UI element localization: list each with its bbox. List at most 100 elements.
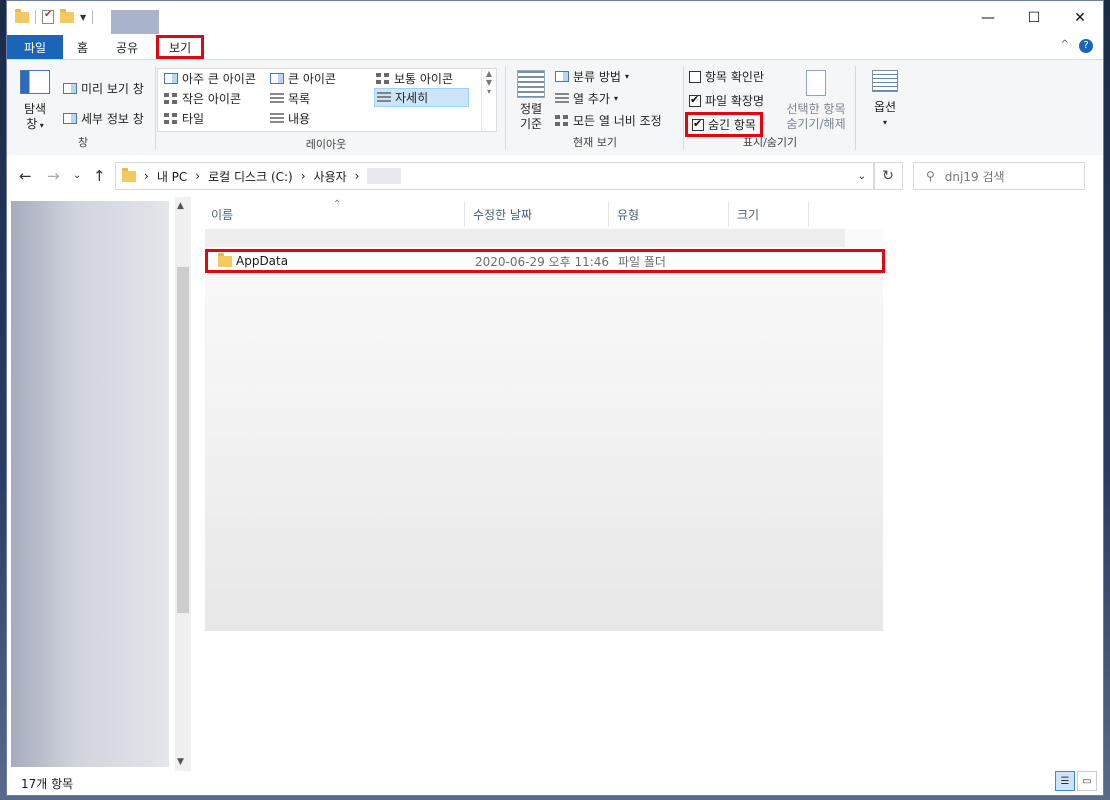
breadcrumb-users[interactable]: 사용자 <box>314 168 347 185</box>
scroll-up-arrow-icon[interactable]: ▲ <box>177 201 184 211</box>
search-icon: ⚲ <box>926 169 935 183</box>
large-icons-icon <box>270 73 284 84</box>
group-divider <box>505 66 506 150</box>
hide-selected-items-button[interactable]: 선택한 항목 숨기기/해제 <box>781 70 851 132</box>
file-explorer-window: ▼ — ☐ ✕ 파일 홈 공유 보기 ^ ? 탐색 창 ▾ 미리 보기 창 <box>6 0 1104 796</box>
details-view-icon: ☰ <box>1060 775 1070 787</box>
layout-large-icons[interactable]: 큰 아이콘 <box>270 70 336 87</box>
size-all-columns-button[interactable]: 모든 열 너비 조정 <box>555 112 662 129</box>
group-divider <box>855 66 856 150</box>
breadcrumb-this-pc[interactable]: 내 PC <box>157 168 187 185</box>
options-button[interactable]: 옵션 ▾ <box>863 70 907 130</box>
layout-list[interactable]: 목록 <box>270 90 310 107</box>
details-pane-label: 세부 정보 창 <box>81 112 144 126</box>
breadcrumb-separator[interactable]: › <box>144 169 149 183</box>
breadcrumb-separator[interactable]: › <box>301 169 306 183</box>
layout-label: 작은 아이콘 <box>182 92 242 106</box>
sort-by-label: 정렬 기준 <box>519 102 543 131</box>
properties-icon[interactable] <box>42 9 54 24</box>
recent-locations-chevron-icon[interactable]: ⌄ <box>73 170 81 181</box>
back-arrow-icon[interactable]: ← <box>19 167 32 185</box>
address-bar[interactable]: › 내 PC › 로컬 디스크 (C:) › 사용자 › ⌄ <box>115 162 875 190</box>
scrollbar-thumb[interactable] <box>177 267 189 613</box>
sort-by-button[interactable]: 정렬 기준 <box>513 70 549 132</box>
large-icons-view-button[interactable]: ▭ <box>1077 771 1097 791</box>
navigation-pane-scrollbar[interactable]: ▲ ▼ <box>175 197 191 771</box>
options-label: 옵션 <box>873 100 897 114</box>
layout-label: 보통 아이콘 <box>394 72 454 86</box>
details-icon <box>377 91 391 104</box>
group-by-button[interactable]: 분류 방법 ▾ <box>555 68 629 85</box>
add-columns-button[interactable]: 열 추가 ▾ <box>555 90 618 107</box>
column-header-name[interactable]: ⌃ 이름 <box>203 199 465 227</box>
breadcrumb-user-redacted[interactable] <box>367 168 402 184</box>
column-header-size[interactable]: 크기 <box>729 201 809 227</box>
layout-medium-icons[interactable]: 보통 아이콘 <box>376 70 453 87</box>
details-view-button[interactable]: ☰ <box>1055 771 1075 791</box>
hide-selected-label: 선택한 항목 숨기기/해제 <box>786 102 846 131</box>
search-box[interactable]: ⚲ dnj19 검색 <box>913 162 1085 190</box>
file-extensions-checkbox[interactable] <box>689 93 701 107</box>
file-list: ⌃ 이름 수정한 날짜 유형 크기 AppData 2020-06-29 오후 … <box>203 197 1093 771</box>
help-icon[interactable]: ? <box>1079 39 1093 53</box>
group-by-icon <box>555 71 569 82</box>
large-icons-view-icon: ▭ <box>1082 775 1092 787</box>
group-by-label: 분류 방법 <box>573 70 621 84</box>
scroll-down-arrow-icon[interactable]: ▼ <box>177 757 184 767</box>
layout-small-icons[interactable]: 작은 아이콘 <box>164 90 241 107</box>
table-row[interactable]: AppData 2020-06-29 오후 11:46 파일 폴더 <box>205 249 885 273</box>
refresh-button[interactable]: ↻ <box>873 162 903 190</box>
layout-tiles[interactable]: 타일 <box>164 110 204 127</box>
file-modified-date: 2020-06-29 오후 11:46 <box>475 254 610 269</box>
collapse-ribbon-icon[interactable]: ^ <box>1061 39 1069 53</box>
add-columns-label: 열 추가 <box>573 92 610 106</box>
redacted-row <box>205 229 845 247</box>
file-extensions-toggle[interactable]: 파일 확장명 <box>689 92 764 109</box>
layout-label: 목록 <box>288 92 311 106</box>
column-header-date[interactable]: 수정한 날짜 <box>465 201 609 227</box>
add-columns-icon <box>555 92 569 105</box>
group-label-layout: 레이아웃 <box>305 138 347 151</box>
maximize-button[interactable]: ☐ <box>1011 1 1057 35</box>
forward-arrow-icon[interactable]: → <box>47 167 60 185</box>
tab-home[interactable]: 홈 <box>63 35 102 59</box>
breadcrumb-separator[interactable]: › <box>355 169 360 183</box>
up-arrow-icon[interactable]: ↑ <box>93 167 106 185</box>
new-folder-icon[interactable] <box>60 8 74 23</box>
details-pane-icon <box>63 113 77 124</box>
preview-pane-icon <box>63 83 77 94</box>
size-columns-icon <box>555 114 569 127</box>
item-checkboxes-checkbox[interactable] <box>689 70 701 83</box>
column-label: 유형 <box>617 207 640 222</box>
address-row: ← → ⌄ ↑ › 내 PC › 로컬 디스크 (C:) › 사용자 › ⌄ ↻… <box>7 155 1103 197</box>
tab-share[interactable]: 공유 <box>102 35 152 59</box>
navigation-pane-button[interactable]: 탐색 창 ▾ <box>17 70 53 133</box>
breadcrumb-local-disk[interactable]: 로컬 디스크 (C:) <box>208 168 293 185</box>
hidden-items-checkbox[interactable] <box>692 117 704 131</box>
customize-toolbar-dropdown-icon[interactable]: ▼ <box>80 13 86 22</box>
column-header-type[interactable]: 유형 <box>609 201 729 227</box>
preview-pane-button[interactable]: 미리 보기 창 <box>63 80 144 97</box>
layout-label: 내용 <box>288 112 311 126</box>
tab-file[interactable]: 파일 <box>7 35 63 59</box>
item-checkboxes-toggle[interactable]: 항목 확인란 <box>689 68 764 85</box>
close-button[interactable]: ✕ <box>1057 1 1103 35</box>
minimize-button[interactable]: — <box>965 1 1011 35</box>
options-icon <box>872 70 898 92</box>
group-divider <box>155 66 156 150</box>
layout-content[interactable]: 내용 <box>270 110 310 127</box>
layout-gallery-scrollbar[interactable]: ▲ ▼ ▾ <box>481 69 496 131</box>
details-pane-button[interactable]: 세부 정보 창 <box>63 110 144 127</box>
layout-extra-large-icons[interactable]: 아주 큰 아이콘 <box>164 70 256 87</box>
group-label-show-hide: 표시/숨기기 <box>742 136 798 149</box>
navigation-pane-redacted[interactable] <box>11 201 169 767</box>
group-current-view: 정렬 기준 분류 방법 ▾ 열 추가 ▾ 모든 열 너비 조정 현재 보기 <box>507 64 683 154</box>
tab-view[interactable]: 보기 <box>156 35 205 59</box>
hidden-items-label: 숨긴 항목 <box>708 118 756 132</box>
group-label-current-view: 현재 보기 <box>573 136 617 149</box>
layout-label: 자세히 <box>395 91 429 105</box>
layout-details[interactable]: 자세히 <box>374 88 470 107</box>
breadcrumb-separator[interactable]: › <box>195 169 200 183</box>
preview-pane-label: 미리 보기 창 <box>81 82 144 96</box>
address-dropdown-chevron-icon[interactable]: ⌄ <box>858 171 866 182</box>
